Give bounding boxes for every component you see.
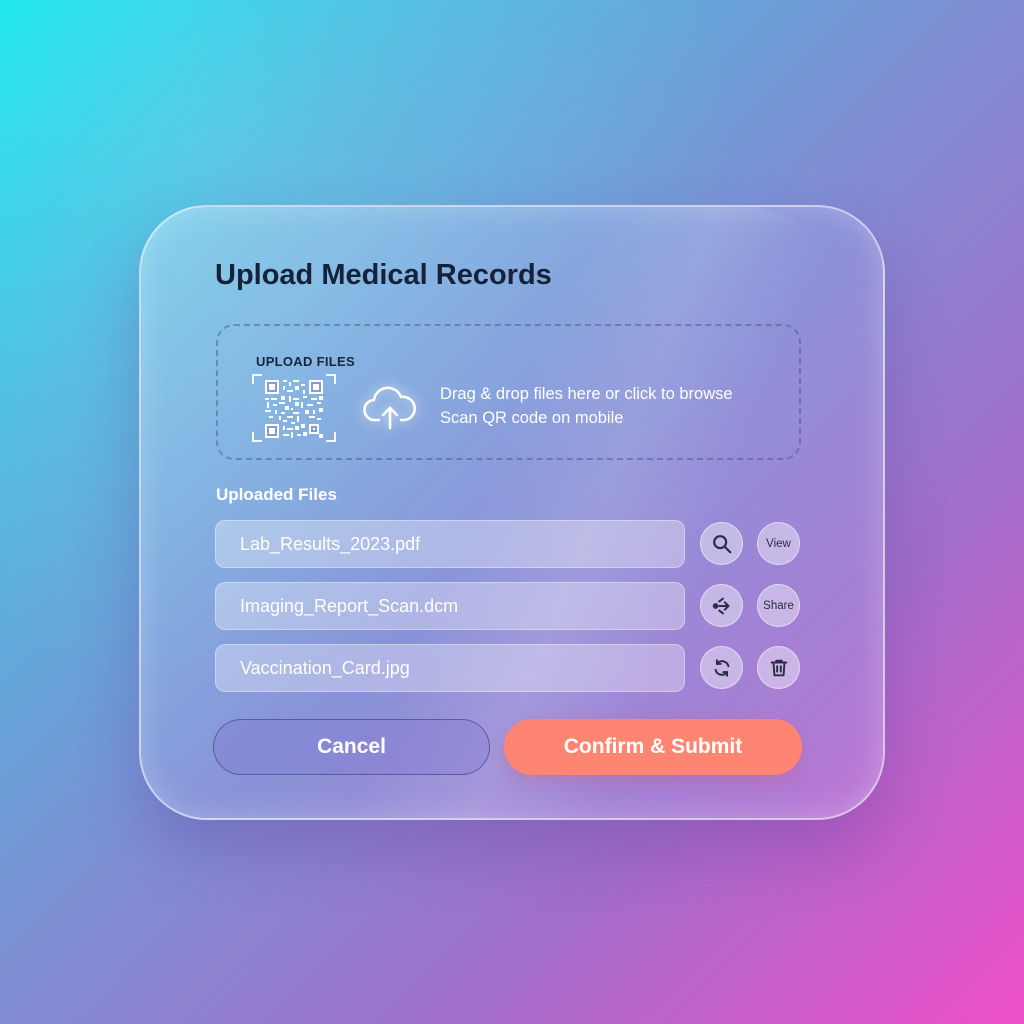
preview-file-button[interactable] [700, 522, 743, 565]
file-row-vaccination-card[interactable]: Vaccination_Card.jpg [215, 644, 685, 692]
delete-file-button[interactable] [757, 646, 800, 689]
dropzone-instructions: Drag & drop files here or click to brows… [440, 382, 733, 430]
share-button-label: Share [763, 599, 794, 612]
share-icon-button[interactable] [700, 584, 743, 627]
dropzone-instruction-qr: Scan QR code on mobile [440, 409, 624, 427]
file-dropzone[interactable]: UPLOAD FILES Drag & drop files here or c… [216, 324, 801, 460]
search-icon [712, 534, 731, 553]
confirm-submit-button[interactable]: Confirm & Submit [504, 719, 802, 775]
cloud-upload-icon[interactable] [362, 384, 418, 432]
view-button-label: View [766, 537, 791, 550]
share-icon [712, 597, 729, 614]
dropzone-label: UPLOAD FILES [256, 354, 355, 369]
file-name: Vaccination_Card.jpg [240, 658, 410, 678]
upload-dialog: Upload Medical Records UPLOAD FILES Drag… [139, 205, 885, 820]
cancel-button[interactable]: Cancel [213, 719, 490, 775]
file-name: Lab_Results_2023.pdf [240, 534, 421, 554]
share-file-button[interactable]: Share [757, 584, 800, 627]
file-name: Imaging_Report_Scan.dcm [240, 596, 459, 616]
replace-file-button[interactable] [700, 646, 743, 689]
uploaded-files-heading: Uploaded Files [216, 485, 337, 504]
trash-icon [770, 659, 787, 676]
view-file-button[interactable]: View [757, 522, 800, 565]
dropzone-instruction-browse: Drag & drop files here or click to brows… [440, 385, 733, 403]
file-row-imaging-report[interactable]: Imaging_Report_Scan.dcm [215, 582, 685, 630]
file-row-lab-results[interactable]: Lab_Results_2023.pdf [215, 520, 685, 568]
qr-code-icon[interactable] [252, 374, 336, 442]
refresh-icon [714, 658, 729, 677]
dialog-title: Upload Medical Records [215, 259, 552, 291]
